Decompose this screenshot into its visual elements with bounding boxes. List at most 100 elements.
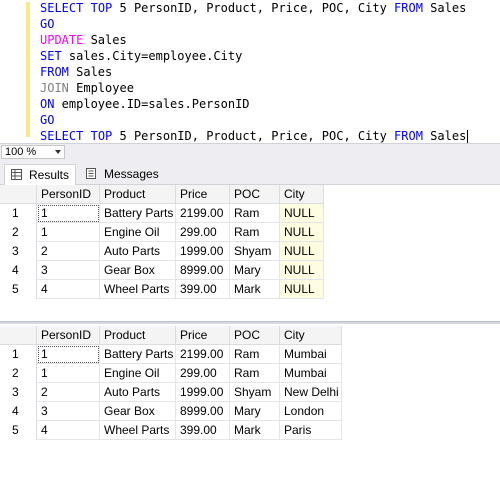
grid-corner[interactable] [0, 326, 37, 345]
tab-results[interactable]: Results [4, 164, 76, 185]
table-cell[interactable]: Battery Parts [100, 204, 176, 223]
table-cell[interactable]: New Delhi [280, 383, 342, 402]
code-line-3[interactable]: UPDATE Sales [40, 32, 127, 48]
table-cell[interactable]: 1999.00 [176, 242, 230, 261]
table-cell[interactable]: 1999.00 [176, 383, 230, 402]
table-cell[interactable]: Engine Oil [100, 364, 176, 383]
sql-keyword: ON [40, 97, 55, 111]
row-number[interactable]: 5 [0, 421, 37, 440]
code-line-1[interactable]: SELECT TOP 5 PersonID, Product, Price, P… [40, 0, 466, 16]
column-header-product[interactable]: Product [100, 326, 176, 345]
table-cell[interactable]: 1 [37, 223, 100, 242]
table-cell[interactable]: 4 [37, 421, 100, 440]
table-cell[interactable]: 1 [37, 345, 100, 364]
column-header-product[interactable]: Product [100, 185, 176, 204]
table-cell[interactable]: 3 [37, 402, 100, 421]
table-cell[interactable]: Auto Parts [100, 383, 176, 402]
table-cell[interactable]: Gear Box [100, 402, 176, 421]
table-cell[interactable]: Gear Box [100, 261, 176, 280]
column-header-price[interactable]: Price [176, 185, 230, 204]
code-line-5[interactable]: FROM Sales [40, 64, 112, 80]
row-number[interactable]: 4 [0, 402, 37, 421]
table-cell[interactable]: Ram [230, 204, 280, 223]
table-cell[interactable]: 2 [37, 383, 100, 402]
table-cell[interactable]: Wheel Parts [100, 421, 176, 440]
table-cell[interactable]: Shyam [230, 383, 280, 402]
column-header-city[interactable]: City [280, 185, 324, 204]
code-line-6[interactable]: JOIN Employee [40, 80, 134, 96]
table-cell[interactable]: Mark [230, 280, 280, 299]
sql-text: Sales [68, 65, 113, 79]
table-cell[interactable]: NULL [280, 204, 324, 223]
table-cell[interactable]: 2199.00 [176, 204, 230, 223]
table-cell[interactable]: NULL [280, 280, 324, 299]
table-cell[interactable]: Mary [230, 261, 280, 280]
table-cell[interactable]: Auto Parts [100, 242, 176, 261]
code-line-8[interactable]: GO [40, 112, 54, 128]
sql-text: 5 PersonID, Product, Price, POC, City [112, 1, 395, 15]
table-cell[interactable]: London [280, 402, 342, 421]
table-cell[interactable]: NULL [280, 261, 324, 280]
code-line-2[interactable]: GO [40, 16, 54, 32]
grid-icon [11, 169, 22, 180]
table-cell[interactable]: Ram [230, 223, 280, 242]
sql-editor[interactable]: SELECT TOP 5 PersonID, Product, Price, P… [0, 0, 500, 143]
table-cell[interactable]: 8999.00 [176, 261, 230, 280]
column-header-personid[interactable]: PersonID [37, 326, 100, 345]
table-cell[interactable]: Mark [230, 421, 280, 440]
code-line-9[interactable]: SELECT TOP 5 PersonID, Product, Price, P… [40, 128, 469, 143]
zoom-select[interactable]: 100 % [1, 145, 65, 159]
row-number[interactable]: 1 [0, 345, 37, 364]
table-cell[interactable]: 399.00 [176, 280, 230, 299]
messages-icon [86, 168, 96, 179]
table-cell[interactable]: 3 [37, 261, 100, 280]
table-cell[interactable]: Ram [230, 345, 280, 364]
row-number[interactable]: 5 [0, 280, 37, 299]
grid-splitter[interactable] [0, 322, 500, 324]
sql-text: Sales [422, 129, 467, 143]
table-cell[interactable]: Mumbai [280, 345, 342, 364]
sql-keyword: TOP [90, 1, 113, 15]
sql-keyword: FROM [394, 1, 423, 15]
table-cell[interactable]: 4 [37, 280, 100, 299]
row-number[interactable]: 4 [0, 261, 37, 280]
tab-messages[interactable]: Messages [80, 164, 159, 184]
column-header-poc[interactable]: POC [230, 326, 280, 345]
table-cell[interactable]: Ram [230, 364, 280, 383]
row-number[interactable]: 1 [0, 204, 37, 223]
table-cell[interactable]: Mumbai [280, 364, 342, 383]
table-cell[interactable]: Shyam [230, 242, 280, 261]
row-number[interactable]: 2 [0, 223, 37, 242]
column-header-personid[interactable]: PersonID [37, 185, 100, 204]
table-cell[interactable]: Mary [230, 402, 280, 421]
grid-corner[interactable] [0, 185, 37, 204]
code-line-4[interactable]: SET sales.City=employee.City [40, 48, 242, 64]
column-header-city[interactable]: City [280, 326, 342, 345]
code-line-7[interactable]: ON employee.ID=sales.PersonID [40, 96, 250, 112]
table-cell[interactable]: NULL [280, 223, 324, 242]
row-number[interactable]: 2 [0, 364, 37, 383]
table-cell[interactable]: 2 [37, 242, 100, 261]
changed-lines-marker [26, 2, 30, 137]
row-number[interactable]: 3 [0, 242, 37, 261]
results-grid-1[interactable]: PersonID Product Price POC City 1 1 Battery Par… [0, 185, 500, 322]
table-cell[interactable]: 299.00 [176, 364, 230, 383]
table-cell[interactable]: Battery Parts [100, 345, 176, 364]
results-grid-2[interactable]: PersonID Product Price POC City 1 1 Battery Par… [0, 326, 500, 462]
table-cell[interactable]: 2199.00 [176, 345, 230, 364]
sql-keyword: SELECT [40, 1, 84, 15]
row-number[interactable]: 3 [0, 383, 37, 402]
table-cell[interactable]: Paris [280, 421, 342, 440]
table-cell[interactable]: NULL [280, 242, 324, 261]
table-cell[interactable]: 399.00 [176, 421, 230, 440]
table-cell[interactable]: 299.00 [176, 223, 230, 242]
sql-keyword: SET [40, 49, 62, 63]
chevron-down-icon[interactable] [55, 150, 61, 154]
column-header-price[interactable]: Price [176, 326, 230, 345]
table-cell[interactable]: 8999.00 [176, 402, 230, 421]
table-cell[interactable]: Wheel Parts [100, 280, 176, 299]
table-cell[interactable]: 1 [37, 204, 100, 223]
table-cell[interactable]: Engine Oil [100, 223, 176, 242]
table-cell[interactable]: 1 [37, 364, 100, 383]
column-header-poc[interactable]: POC [230, 185, 280, 204]
